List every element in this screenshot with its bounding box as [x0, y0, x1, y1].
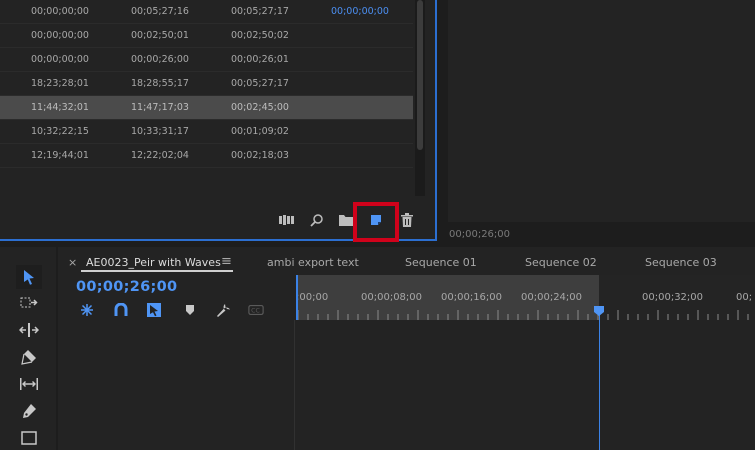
tab-ae0023-peir-with-waves[interactable]: AE0023_Peir with Waves	[86, 256, 221, 269]
cell-media-start: 12;19;44;01	[31, 150, 89, 161]
highlight-box	[353, 202, 399, 242]
svg-text:CC: CC	[251, 308, 260, 315]
cell-media-end: 00;00;26;00	[131, 54, 189, 65]
insert-nested-icon[interactable]	[79, 302, 95, 318]
freeform-view-icon[interactable]	[279, 212, 295, 228]
monitor-timecode: 00;00;26;00	[449, 229, 511, 240]
cell-media-duration: 00;02;18;03	[231, 150, 289, 161]
ruler-ticks	[297, 310, 749, 320]
tab-menu-icon[interactable]: ≡	[221, 254, 232, 269]
track-select-forward-icon[interactable]	[16, 291, 42, 315]
cell-media-end: 12;22;02;04	[131, 150, 189, 161]
timeline-timecode[interactable]: 00;00;26;00	[76, 279, 177, 295]
settings-wrench-icon[interactable]	[215, 302, 231, 318]
new-bin-icon[interactable]	[338, 212, 354, 228]
timeline-track-area[interactable]	[58, 320, 755, 450]
tab-ambi-export-text[interactable]: ambi export text	[267, 256, 359, 269]
rectangle-icon[interactable]	[16, 426, 42, 450]
table-row[interactable]: 00;00;00;00 00;00;26;00 00;00;26;01	[0, 48, 413, 72]
slip-icon[interactable]	[16, 372, 42, 396]
selection-tool-icon[interactable]	[16, 265, 42, 289]
ruler-label: 00;00;16;00	[441, 292, 503, 303]
linked-selection-icon[interactable]	[146, 302, 162, 318]
table-row[interactable]: 12;19;44;01 12;22;02;04 00;02;18;03	[0, 144, 413, 168]
ruler-label: 00;00;08;00	[361, 292, 423, 303]
cell-media-duration: 00;02;45;00	[231, 102, 289, 113]
scrollbar-thumb[interactable]	[417, 0, 423, 150]
pen-icon[interactable]	[16, 399, 42, 423]
cell-media-end: 00;05;27;16	[131, 6, 189, 17]
cell-media-start: 00;00;00;00	[31, 6, 89, 17]
add-marker-icon[interactable]	[182, 302, 198, 318]
cell-media-end: 00;02;50;01	[131, 30, 189, 41]
table-row[interactable]: 18;23;28;01 18;28;55;17 00;05;27;17	[0, 72, 413, 96]
playhead-line[interactable]	[599, 312, 600, 450]
ruler-label: 00;00;32;00	[642, 292, 704, 303]
cell-media-start: 00;00;00;00	[31, 30, 89, 41]
cell-media-duration: 00;05;27;17	[231, 6, 289, 17]
clip-list-table: 00;00;00;00 00;05;27;16 00;05;27;17 00;00;0…	[0, 0, 413, 168]
cell-media-duration: 00;02;50;02	[231, 30, 289, 41]
snap-icon[interactable]	[113, 302, 129, 318]
tools-panel	[0, 247, 56, 450]
table-row[interactable]: 11;44;32;01 11;47;17;03 00;02;45;00	[0, 96, 413, 120]
table-row[interactable]: 10;32;22;15 10;33;31;17 00;01;09;02	[0, 120, 413, 144]
tab-sequence-03[interactable]: Sequence 03	[645, 256, 717, 269]
ruler-label: ;00;00	[296, 292, 329, 303]
cell-media-end: 18;28;55;17	[131, 78, 189, 89]
active-tab-underline	[81, 270, 233, 272]
track-header-divider	[294, 320, 295, 450]
tab-sequence-02[interactable]: Sequence 02	[525, 256, 597, 269]
ruler-label: 00;	[736, 292, 753, 303]
ripple-edit-icon[interactable]	[16, 318, 42, 342]
sequence-start-marker	[296, 275, 298, 320]
project-scrollbar[interactable]	[415, 0, 425, 196]
cell-media-start: 11;44;32;01	[31, 102, 89, 113]
cell-media-start: 00;00;00;00	[31, 54, 89, 65]
cell-media-duration: 00;01;09;02	[231, 126, 289, 137]
playhead-handle[interactable]	[593, 305, 605, 317]
trash-icon[interactable]	[399, 212, 415, 228]
monitor-viewer[interactable]	[448, 0, 755, 222]
cell-video-in: 00;00;00;00	[331, 6, 389, 17]
cell-media-end: 10;33;31;17	[131, 126, 189, 137]
captions-icon[interactable]: CC	[248, 302, 264, 318]
table-row[interactable]: 00;00;00;00 00;02;50;01 00;02;50;02	[0, 24, 413, 48]
table-row[interactable]: 00;00;00;00 00;05;27;16 00;05;27;17 00;00;0…	[0, 0, 413, 24]
tab-sequence-01[interactable]: Sequence 01	[405, 256, 477, 269]
close-tab-icon[interactable]: ×	[68, 256, 77, 269]
ruler-label: 00;00;24;00	[521, 292, 583, 303]
cell-media-duration: 00;00;26;01	[231, 54, 289, 65]
cell-media-end: 11;47;17;03	[131, 102, 189, 113]
cell-media-duration: 00;05;27;17	[231, 78, 289, 89]
search-icon[interactable]	[309, 212, 325, 228]
cell-media-start: 10;32;22;15	[31, 126, 89, 137]
razor-icon[interactable]	[16, 345, 42, 369]
cell-media-start: 18;23;28;01	[31, 78, 89, 89]
